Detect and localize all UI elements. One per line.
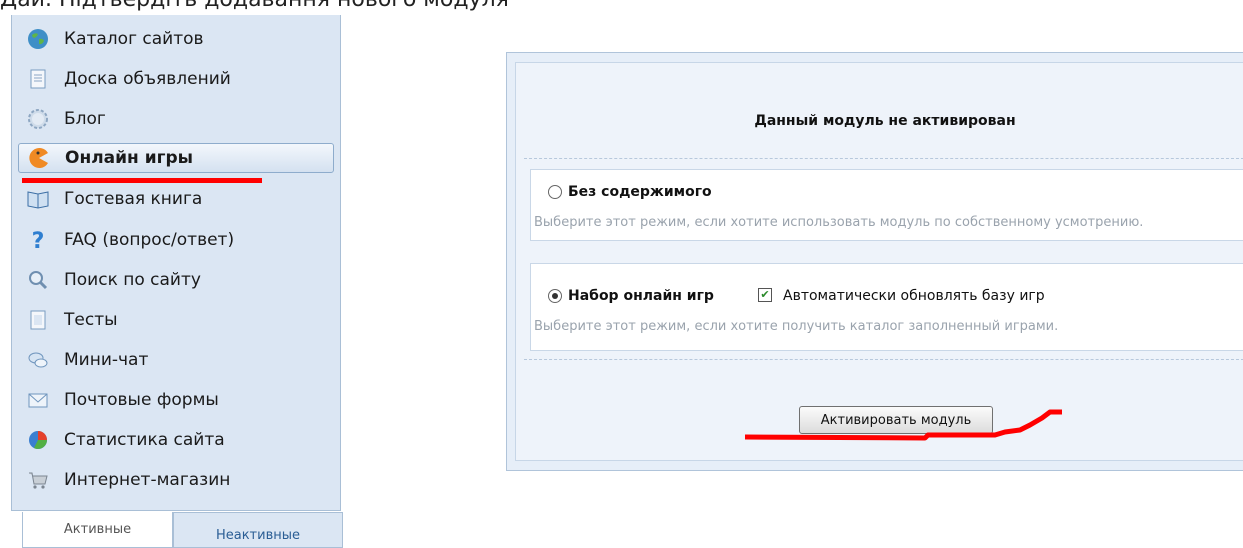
divider xyxy=(524,158,1243,159)
activate-module-button[interactable]: Активировать модуль xyxy=(799,406,993,434)
module-panel: Данный модуль не активирован Без содержи… xyxy=(506,52,1243,471)
chat-icon xyxy=(26,348,50,372)
module-tabs: Активные Неактивные xyxy=(22,512,343,548)
sidebar-item-blog[interactable]: Блог xyxy=(18,104,334,134)
option-empty-radio[interactable] xyxy=(548,185,562,199)
gear-icon xyxy=(26,107,50,131)
sidebar-item-label: Каталог сайтов xyxy=(64,29,204,49)
sidebar-item-label: Интернет-магазин xyxy=(64,470,231,490)
globe-icon xyxy=(26,27,50,51)
svg-text:?: ? xyxy=(32,229,45,252)
cart-icon xyxy=(26,468,50,492)
sidebar-item-site-catalog[interactable]: Каталог сайтов xyxy=(18,24,334,54)
divider xyxy=(524,359,1243,360)
option-games-box: Набор онлайн игр ✔ Автоматически обновля… xyxy=(530,263,1243,351)
magnifier-icon xyxy=(26,268,50,292)
sidebar-item-label: Мини-чат xyxy=(64,350,149,370)
auto-update-label[interactable]: Автоматически обновлять базу игр xyxy=(783,288,1045,304)
tab-active-modules[interactable]: Активные xyxy=(22,512,173,548)
book-icon xyxy=(26,187,50,211)
option-empty-box: Без содержимого Выберите этот режим, есл… xyxy=(530,169,1243,241)
tab-inactive-modules[interactable]: Неактивные xyxy=(173,512,343,548)
question-icon: ? xyxy=(26,228,50,254)
sidebar-item-label: Поиск по сайту xyxy=(64,270,201,290)
sidebar-item-site-stats[interactable]: Статистика сайта xyxy=(18,425,334,455)
sidebar-item-label: Статистика сайта xyxy=(64,430,225,450)
panel-title: Данный модуль не активирован xyxy=(754,113,1016,129)
document-lines-icon xyxy=(26,308,50,332)
auto-update-checkbox[interactable]: ✔ xyxy=(758,288,772,302)
sidebar-item-label: Почтовые формы xyxy=(64,390,219,410)
pacman-icon xyxy=(27,146,51,170)
sidebar-item-label: Онлайн игры xyxy=(65,148,194,168)
annotation-underline xyxy=(22,178,262,183)
page-caption: Дай. Підтвердіть додавання нового модуля xyxy=(0,0,509,12)
option-games-label[interactable]: Набор онлайн игр xyxy=(568,288,714,304)
sidebar-item-label: Гостевая книга xyxy=(64,189,203,209)
option-games-radio[interactable] xyxy=(548,289,562,303)
sidebar-item-label: FAQ (вопрос/ответ) xyxy=(64,230,235,250)
sidebar-item-label: Блог xyxy=(64,109,106,129)
option-empty-label[interactable]: Без содержимого xyxy=(568,184,712,200)
sidebar-item-online-shop[interactable]: Интернет-магазин xyxy=(18,465,334,495)
sidebar-item-site-search[interactable]: Поиск по сайту xyxy=(18,265,334,295)
sidebar-item-label: Тесты xyxy=(64,310,118,330)
pie-chart-icon xyxy=(26,428,50,452)
envelope-icon xyxy=(26,388,50,412)
sidebar-item-tests[interactable]: Тесты xyxy=(18,305,334,335)
sidebar-item-mini-chat[interactable]: Мини-чат xyxy=(18,345,334,375)
sidebar-item-mail-forms[interactable]: Почтовые формы xyxy=(18,385,334,415)
sidebar-item-guestbook[interactable]: Гостевая книга xyxy=(18,184,334,214)
sidebar-item-online-games[interactable]: Онлайн игры xyxy=(18,143,334,173)
sidebar-item-faq[interactable]: ? FAQ (вопрос/ответ) xyxy=(18,225,334,255)
sidebar-item-classifieds[interactable]: Доска объявлений xyxy=(18,64,334,94)
sidebar-item-label: Доска объявлений xyxy=(64,69,231,89)
document-icon xyxy=(26,67,50,91)
module-panel-inner: Данный модуль не активирован Без содержи… xyxy=(515,62,1243,461)
option-empty-description: Выберите этот режим, если хотите использ… xyxy=(534,215,1144,230)
option-games-description: Выберите этот режим, если хотите получит… xyxy=(534,319,1059,334)
modules-sidebar: Каталог сайтов Доска объявлений Блог Онл… xyxy=(11,15,341,511)
